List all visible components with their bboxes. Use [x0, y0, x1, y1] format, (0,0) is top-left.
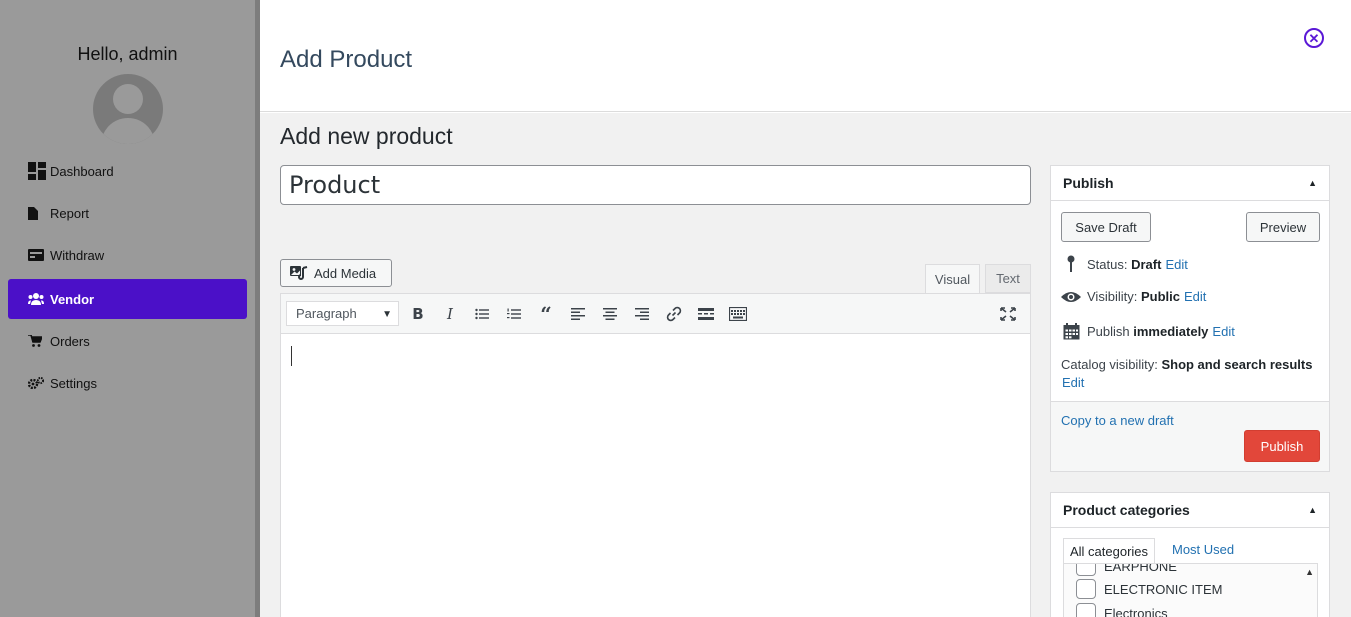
product-title-input[interactable]: Product: [280, 165, 1031, 205]
publish-button[interactable]: Publish: [1244, 430, 1320, 462]
categories-box-title[interactable]: Product categories ▲: [1051, 493, 1329, 528]
sidebar-item-vendor[interactable]: Vendor: [8, 279, 247, 319]
align-right-icon[interactable]: [629, 302, 655, 326]
catalog-visibility-label: Catalog visibility:: [1061, 357, 1158, 372]
read-more-icon[interactable]: [693, 302, 719, 326]
collapse-arrow-icon[interactable]: ▲: [1308, 505, 1317, 515]
editor-toolbar: Paragraph ▼ B I “: [281, 294, 1030, 334]
link-icon[interactable]: [661, 302, 687, 326]
add-media-label: Add Media: [314, 265, 377, 281]
status-row: Status: Draft Edit: [1061, 255, 1188, 273]
edit-publish-date-link[interactable]: Edit: [1212, 324, 1234, 339]
publish-date-value: immediately: [1133, 324, 1209, 339]
money-card-icon: [28, 249, 48, 261]
category-checkbox[interactable]: [1076, 564, 1096, 576]
chevron-down-icon: ▼: [382, 309, 392, 320]
copy-to-draft-link[interactable]: Copy to a new draft: [1061, 413, 1174, 428]
sidebar-item-orders[interactable]: Orders: [8, 321, 247, 361]
sidebar-item-withdraw[interactable]: Withdraw: [8, 235, 247, 275]
sidebar-item-label: Withdraw: [50, 247, 105, 263]
users-icon: [28, 293, 48, 305]
edit-visibility-link[interactable]: Edit: [1184, 289, 1206, 304]
modal-header: Add Product ✕: [260, 0, 1351, 112]
sidebar-item-report[interactable]: Report: [8, 193, 247, 233]
catalog-visibility-row: Catalog visibility: Shop and search resu…: [1061, 356, 1319, 392]
dashboard-icon: [28, 162, 48, 180]
cart-icon: [28, 335, 48, 347]
category-checkbox[interactable]: [1076, 579, 1096, 599]
eye-icon: [1061, 290, 1081, 304]
file-icon: [28, 206, 48, 220]
sidebar-item-label: Settings: [50, 375, 97, 391]
italic-icon[interactable]: I: [437, 302, 463, 326]
sidebar-item-label: Vendor: [50, 291, 95, 307]
gears-icon: [28, 377, 48, 389]
calendar-icon: [1061, 323, 1081, 340]
pin-icon: [1061, 255, 1081, 273]
visibility-row: Visibility: Public Edit: [1061, 289, 1206, 304]
publish-actions: Copy to a new draft Publish: [1051, 401, 1329, 471]
main-content: Add new product Product Add Media Visual…: [260, 113, 1351, 617]
page-title: Add Product: [280, 46, 413, 73]
preview-button[interactable]: Preview: [1246, 212, 1320, 242]
tab-most-used[interactable]: Most Used: [1172, 542, 1234, 557]
visibility-value: Public: [1140, 289, 1180, 304]
categories-title-text: Product categories: [1063, 502, 1190, 518]
sidebar-item-dashboard[interactable]: Dashboard: [8, 151, 247, 191]
category-checklist[interactable]: EARPHONE ELECTRONIC ITEM Electronics ▲: [1063, 563, 1318, 617]
text-caret: [291, 346, 292, 366]
content-editor[interactable]: Paragraph ▼ B I “: [280, 293, 1031, 617]
tab-all-categories[interactable]: All categories: [1063, 538, 1156, 563]
close-circle-icon[interactable]: ✕: [1304, 28, 1324, 48]
publish-date-row: Publish immediately Edit: [1061, 323, 1235, 340]
sidebar-item-settings[interactable]: Settings: [8, 363, 247, 403]
publish-box: Publish ▲ Save Draft Preview Status: Dra…: [1050, 165, 1330, 472]
product-categories-box: Product categories ▲ All categories Most…: [1050, 492, 1330, 617]
category-checkbox[interactable]: [1076, 603, 1096, 617]
tab-text[interactable]: Text: [985, 264, 1031, 293]
visibility-label: Visibility:: [1087, 289, 1138, 304]
bullet-list-icon[interactable]: [469, 302, 495, 326]
align-left-icon[interactable]: [565, 302, 591, 326]
category-item[interactable]: Electronics: [1076, 603, 1168, 617]
format-select-value: Paragraph: [296, 306, 357, 321]
category-item[interactable]: EARPHONE: [1076, 563, 1177, 576]
category-item[interactable]: ELECTRONIC ITEM: [1076, 579, 1222, 599]
media-icon: [290, 265, 308, 281]
tab-visual[interactable]: Visual: [925, 264, 980, 293]
catalog-visibility-value: Shop and search results: [1161, 357, 1313, 372]
bold-icon[interactable]: B: [405, 302, 431, 326]
toolbar-toggle-icon[interactable]: [725, 302, 751, 326]
status-label: Status:: [1087, 256, 1128, 272]
numbered-list-icon[interactable]: [501, 302, 527, 326]
category-label: Electronics: [1104, 605, 1168, 617]
sidebar-item-label: Orders: [50, 333, 90, 349]
publish-date-label: Publish: [1087, 324, 1130, 339]
avatar: [93, 74, 163, 144]
add-media-button[interactable]: Add Media: [280, 259, 392, 287]
category-label: ELECTRONIC ITEM: [1104, 581, 1223, 597]
save-draft-button[interactable]: Save Draft: [1061, 212, 1151, 242]
edit-catalog-visibility-link[interactable]: Edit: [1062, 375, 1084, 390]
section-heading: Add new product: [280, 123, 453, 149]
sidebar-item-label: Dashboard: [50, 163, 114, 179]
blockquote-icon[interactable]: “: [533, 302, 559, 326]
scroll-up-arrow-icon[interactable]: ▲: [1305, 567, 1314, 577]
category-label: EARPHONE: [1104, 563, 1177, 574]
fullscreen-icon[interactable]: [995, 302, 1021, 326]
sidebar: Hello, admin Dashboard Report Withdraw V…: [0, 0, 258, 617]
align-center-icon[interactable]: [597, 302, 623, 326]
publish-box-title[interactable]: Publish ▲: [1051, 166, 1329, 201]
sidebar-item-label: Report: [50, 205, 90, 221]
status-value: Draft: [1131, 256, 1162, 272]
format-select[interactable]: Paragraph ▼: [286, 301, 399, 326]
greeting-text: Hello, admin: [77, 44, 178, 64]
collapse-arrow-icon[interactable]: ▲: [1308, 178, 1317, 188]
publish-title-text: Publish: [1063, 175, 1114, 191]
edit-status-link[interactable]: Edit: [1165, 257, 1187, 272]
